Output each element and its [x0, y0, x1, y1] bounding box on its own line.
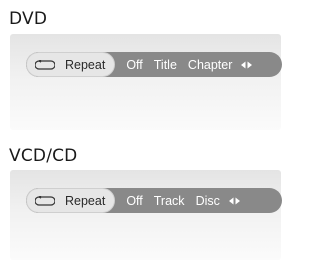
left-right-arrows-icon[interactable]	[241, 61, 253, 69]
dvd-repeat-button[interactable]: Repeat	[26, 52, 116, 77]
vcd-cd-repeat-menu-bar: Repeat Off Track Disc	[26, 188, 282, 213]
vcd-cd-repeat-panel: Repeat Off Track Disc	[10, 170, 282, 260]
vcd-cd-repeat-button[interactable]: Repeat	[26, 188, 116, 213]
dvd-repeat-menu-bar: Repeat Off Title Chapter	[26, 52, 282, 77]
vcd-cd-repeat-label: Repeat	[65, 193, 106, 208]
loop-icon	[35, 59, 55, 70]
dvd-section-title: DVD	[9, 9, 48, 29]
left-right-arrows-icon[interactable]	[228, 197, 240, 205]
dvd-option-off[interactable]: Off	[126, 58, 142, 72]
dvd-repeat-panel: Repeat Off Title Chapter	[10, 34, 282, 130]
dvd-repeat-label: Repeat	[65, 57, 106, 72]
vcd-cd-section-title: VCD/CD	[9, 146, 78, 166]
vcd-cd-option-disc[interactable]: Disc	[196, 194, 220, 208]
loop-icon	[35, 195, 55, 206]
dvd-option-chapter[interactable]: Chapter	[188, 58, 232, 72]
dvd-option-title[interactable]: Title	[154, 58, 177, 72]
vcd-cd-option-off[interactable]: Off	[126, 194, 142, 208]
vcd-cd-option-track[interactable]: Track	[154, 194, 185, 208]
